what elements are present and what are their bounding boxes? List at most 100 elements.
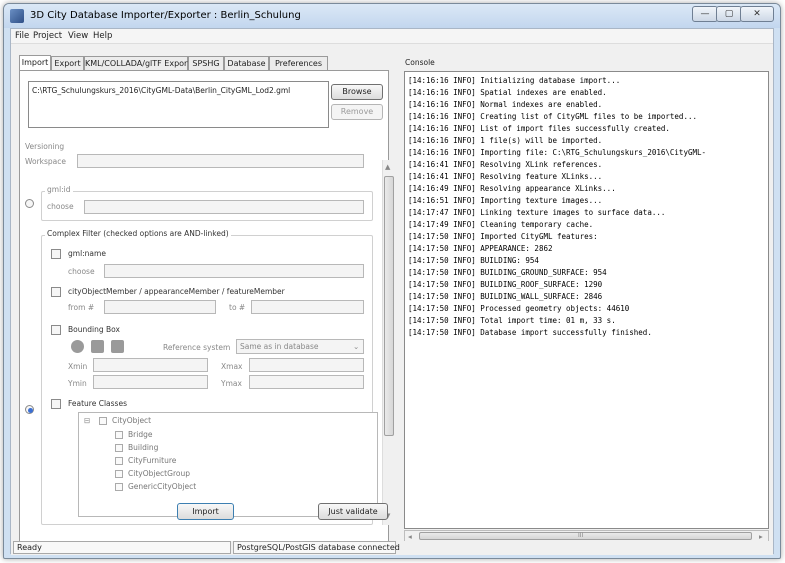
- tree-checkbox-cityobjectgroup[interactable]: [115, 470, 123, 478]
- menu-file[interactable]: File: [15, 31, 29, 41]
- workspace-input[interactable]: [77, 154, 364, 168]
- scroll-left-icon[interactable]: ◂: [408, 532, 412, 541]
- menu-help[interactable]: Help: [93, 31, 112, 41]
- import-file-list[interactable]: C:\RTG_Schulungskurs_2016\CityGML-Data\B…: [28, 81, 329, 128]
- console-line: [14:17:50 INFO] BUILDING_GROUND_SURFACE:…: [408, 268, 607, 277]
- paste-icon[interactable]: [111, 340, 124, 353]
- from-input[interactable]: [104, 300, 216, 314]
- complex-filter-title: Complex Filter (checked options are AND-…: [45, 229, 231, 238]
- console-line: [14:17:49 INFO] Cleaning temporary cache…: [408, 220, 594, 229]
- menu-project[interactable]: Project: [33, 31, 62, 41]
- console-line: [14:16:51 INFO] Importing texture images…: [408, 196, 603, 205]
- console-line: [14:17:50 INFO] Processed geometry objec…: [408, 304, 630, 313]
- minimize-button[interactable]: —: [692, 6, 718, 22]
- import-form-scrollbar[interactable]: ▲ ▼: [382, 160, 394, 525]
- workspace-label: Workspace: [25, 157, 66, 166]
- console-line: [14:16:16 INFO] Initializing database im…: [408, 76, 621, 85]
- gmlname-label: gml:name: [68, 249, 106, 258]
- reference-system-value: Same as in database: [240, 342, 319, 351]
- tree-checkbox-building[interactable]: [115, 444, 123, 452]
- app-icon: [10, 9, 24, 23]
- feature-classes-label: Feature Classes: [68, 399, 127, 408]
- console-log[interactable]: [14:16:16 INFO] Initializing database im…: [404, 71, 769, 529]
- console-line: [14:16:41 INFO] Resolving feature XLinks…: [408, 172, 603, 181]
- console-line: [14:17:50 INFO] BUILDING: 954: [408, 256, 539, 265]
- tree-item-cityobject: CityObject: [112, 416, 152, 425]
- console-line: [14:16:16 INFO] List of import files suc…: [408, 124, 670, 133]
- tab-kml-collada-gltf-export[interactable]: KML/COLLADA/glTF Export: [84, 56, 190, 71]
- menu-bar: File Project View Help: [11, 29, 773, 44]
- status-bar: Ready PostgreSQL/PostGIS database connec…: [11, 541, 773, 555]
- member-label: cityObjectMember / appearanceMember / fe…: [68, 287, 285, 296]
- gmlid-input[interactable]: [84, 200, 364, 214]
- menu-view[interactable]: View: [68, 31, 88, 41]
- console-line: [14:16:16 INFO] Creating list of CityGML…: [408, 112, 697, 121]
- reference-system-select[interactable]: Same as in database ⌄: [236, 339, 364, 354]
- tree-checkbox-genericcityobject[interactable]: [115, 483, 123, 491]
- console-line: [14:17:50 INFO] Imported CityGML feature…: [408, 232, 598, 241]
- tab-export[interactable]: Export: [51, 56, 84, 71]
- console-line: [14:17:50 INFO] BUILDING_ROOF_SURFACE: 1…: [408, 280, 603, 289]
- console-line: [14:17:50 INFO] Total import time: 01 m,…: [408, 316, 616, 325]
- status-db-connection: PostgreSQL/PostGIS database connected: [233, 541, 400, 554]
- gmlname-checkbox[interactable]: [51, 249, 61, 259]
- console-line: [14:17:47 INFO] Linking texture images t…: [408, 208, 666, 217]
- hscroll-grip: III: [578, 532, 584, 539]
- maximize-button[interactable]: ▢: [716, 6, 742, 22]
- xmin-label: Xmin: [68, 362, 88, 371]
- remove-button[interactable]: Remove: [331, 104, 383, 120]
- gmlname-input[interactable]: [104, 264, 364, 278]
- tree-checkbox-cityobject[interactable]: [99, 417, 107, 425]
- client-area: File Project View Help Import Export KML…: [10, 28, 774, 555]
- xmax-label: Xmax: [221, 362, 243, 371]
- ymax-label: Ymax: [221, 379, 242, 388]
- bbox-checkbox[interactable]: [51, 325, 61, 335]
- feature-classes-tree: ⊟ CityObject Bridge Building CityFurnitu…: [78, 412, 378, 517]
- console-title: Console: [405, 58, 435, 67]
- tab-preferences[interactable]: Preferences: [269, 56, 328, 71]
- reference-system-label: Reference system: [163, 343, 231, 352]
- complex-filter-radio[interactable]: [25, 405, 34, 414]
- title-bar: 3D City Database Importer/Exporter : Ber…: [4, 4, 780, 28]
- ymin-label: Ymin: [68, 379, 87, 388]
- gmlname-choose-label: choose: [68, 267, 95, 276]
- ymin-input[interactable]: [93, 375, 208, 389]
- gmlid-choose-label: choose: [47, 202, 74, 211]
- close-button[interactable]: ✕: [740, 6, 774, 22]
- tree-item-genericcityobject: GenericCityObject: [128, 482, 197, 491]
- just-validate-button[interactable]: Just validate: [318, 503, 388, 520]
- tab-database[interactable]: Database: [224, 56, 269, 71]
- member-checkbox[interactable]: [51, 287, 61, 297]
- gmlid-title: gml:id: [45, 185, 73, 194]
- browse-button[interactable]: Browse: [331, 84, 383, 100]
- console-line: [14:17:50 INFO] Database import successf…: [408, 328, 652, 337]
- tree-item-cityfurniture: CityFurniture: [128, 456, 177, 465]
- tree-collapse-icon[interactable]: ⊟: [84, 416, 90, 425]
- tree-checkbox-cityfurniture[interactable]: [115, 457, 123, 465]
- xmax-input[interactable]: [249, 358, 364, 372]
- scroll-up-icon[interactable]: ▲: [385, 163, 390, 171]
- copy-icon[interactable]: [91, 340, 104, 353]
- to-input[interactable]: [251, 300, 364, 314]
- console-line: [14:16:16 INFO] Spatial indexes are enab…: [408, 88, 607, 97]
- tree-checkbox-bridge[interactable]: [115, 431, 123, 439]
- scrollbar-thumb[interactable]: [384, 176, 394, 436]
- bbox-label: Bounding Box: [68, 325, 120, 334]
- feature-classes-checkbox[interactable]: [51, 399, 61, 409]
- ymax-input[interactable]: [249, 375, 364, 389]
- hscroll-thumb[interactable]: III: [419, 532, 752, 540]
- tab-spshg[interactable]: SPSHG: [188, 56, 224, 71]
- status-ready: Ready: [13, 541, 231, 554]
- versioning-title: Versioning: [25, 142, 65, 151]
- import-button[interactable]: Import: [177, 503, 234, 520]
- tree-item-cityobjectgroup: CityObjectGroup: [128, 469, 190, 478]
- scroll-right-icon[interactable]: ▸: [759, 532, 763, 541]
- globe-icon[interactable]: [71, 340, 84, 353]
- console-line: [14:16:16 INFO] Importing file: C:\RTG_S…: [408, 148, 707, 157]
- gmlid-filter-radio[interactable]: [25, 199, 34, 208]
- tab-import[interactable]: Import: [19, 55, 51, 71]
- tree-item-building: Building: [128, 443, 159, 452]
- xmin-input[interactable]: [93, 358, 208, 372]
- import-file-path[interactable]: C:\RTG_Schulungskurs_2016\CityGML-Data\B…: [32, 86, 290, 95]
- app-window: 3D City Database Importer/Exporter : Ber…: [3, 3, 781, 559]
